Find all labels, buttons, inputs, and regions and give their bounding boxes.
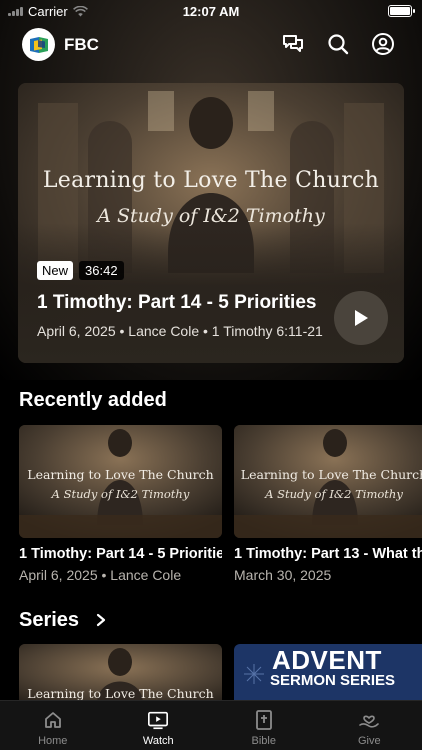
recently-added-heading: Recently added [19, 389, 167, 411]
home-icon [42, 709, 64, 731]
badge-row: New 36:42 [37, 261, 124, 280]
tab-label: Bible [251, 735, 276, 747]
thumbnail-subtitle: A Study of I&2 Timothy [265, 487, 403, 501]
recent-meta-1: April 6, 2025 • Lance Cole [19, 567, 182, 583]
profile-icon[interactable] [370, 31, 396, 57]
play-icon [355, 310, 368, 326]
play-icon [147, 709, 169, 731]
app-header: FBC [0, 26, 422, 62]
recent-thumbnail-1[interactable]: Learning to Love The Church A Study of I… [19, 425, 222, 538]
chevron-right-icon[interactable] [96, 613, 106, 627]
bible-icon [253, 709, 275, 731]
status-time: 12:07 AM [182, 3, 240, 19]
chat-icon[interactable] [280, 31, 306, 57]
artwork-title: Learning to Love The Church [42, 168, 380, 193]
thumbnail-title: Learning to Love The Church [27, 686, 214, 701]
series-thumbnail-1[interactable]: Learning to Love The Church [19, 644, 222, 704]
artwork-subtitle: A Study of I&2 Timothy [97, 205, 325, 227]
church-logo[interactable] [22, 28, 55, 61]
recent-title-1[interactable]: 1 Timothy: Part 14 - 5 Priorities [19, 546, 222, 562]
featured-sermon-card[interactable]: Learning to Love The Church A Study of I… [18, 83, 404, 363]
tab-label: Give [357, 735, 381, 747]
thumbnail-subtitle: A Study of I&2 Timothy [51, 487, 190, 501]
series-thumbnail-2[interactable]: ADVENT SERMON SERIES [234, 644, 422, 704]
tab-give[interactable]: Give [317, 701, 422, 750]
tab-label: Watch [142, 735, 174, 747]
advent-subtitle: SERMON SERIES [270, 672, 396, 689]
brand-name[interactable]: FBC [64, 35, 99, 55]
status-bar: Carrier 12:07 AM [0, 0, 422, 22]
tab-home[interactable]: Home [0, 701, 106, 750]
duration-badge: 36:42 [79, 261, 124, 280]
tab-watch[interactable]: Watch [106, 701, 212, 750]
recent-meta-2: March 30, 2025 [234, 567, 332, 583]
thumbnail-title: Learning to Love The Church [27, 467, 214, 482]
new-badge: New [37, 261, 74, 280]
recent-title-2[interactable]: 1 Timothy: Part 13 - What the [234, 546, 422, 562]
featured-meta: April 6, 2025 • Lance Cole • 1 Timothy 6… [37, 323, 323, 339]
play-button[interactable] [334, 291, 388, 345]
thumbnail-title: Learning to Love The Church [240, 467, 422, 482]
tab-bar: Home Watch Bible Give [0, 700, 422, 750]
tab-label: Home [38, 735, 68, 747]
battery-icon [388, 5, 415, 17]
give-icon [358, 709, 380, 731]
logo-icon [29, 36, 48, 53]
featured-title: 1 Timothy: Part 14 - 5 Priorities [37, 292, 317, 313]
series-heading[interactable]: Series [19, 609, 79, 632]
tab-bible[interactable]: Bible [211, 701, 317, 750]
search-icon[interactable] [325, 31, 351, 57]
recent-thumbnail-2[interactable]: Learning to Love The Church A Study of I… [234, 425, 422, 538]
